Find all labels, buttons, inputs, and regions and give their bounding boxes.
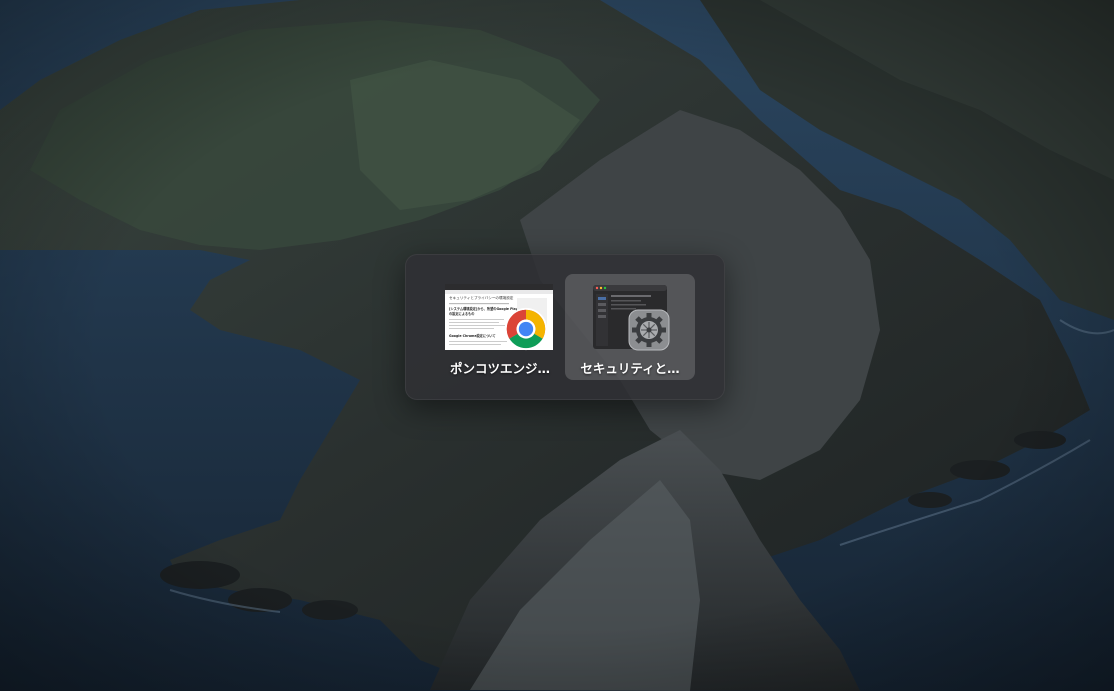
app-switcher-item-system-preferences[interactable]: セキュリティと…	[565, 274, 695, 380]
gear-icon	[628, 309, 670, 351]
app-switcher-item-chrome[interactable]: セキュリティとプライバシーの環境設定 [システム環境設定]から、所望のGoogl…	[435, 274, 565, 380]
thumbnail-line-2: の設定によるもの	[449, 311, 474, 316]
desktop: セキュリティとプライバシーの環境設定 [システム環境設定]から、所望のGoogl…	[0, 0, 1114, 691]
app-name-label: ポンコツエンジ…	[449, 361, 550, 376]
thumbnail-header-text: セキュリティとプライバシーの環境設定	[449, 295, 514, 300]
thumbnail-line-3: Google Chrome設定について	[449, 333, 496, 338]
app-switcher-panel: セキュリティとプライバシーの環境設定 [システム環境設定]から、所望のGoogl…	[405, 254, 725, 400]
app-name-label: セキュリティと…	[580, 361, 680, 376]
chrome-icon	[504, 307, 548, 351]
